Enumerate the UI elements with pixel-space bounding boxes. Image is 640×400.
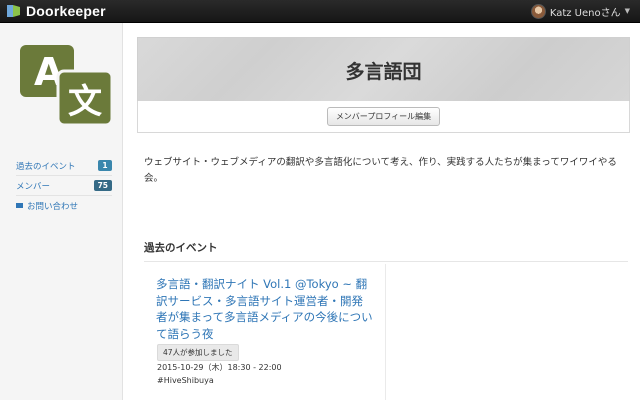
event-card: 多言語・翻訳ナイト Vol.1 @Tokyo ~ 翻訳サービス・多言語サイト運営… (143, 264, 386, 400)
participants-badge: 47人が参加しました (157, 344, 239, 361)
page-title: 多言語団 (345, 60, 422, 83)
event-venue: #HiveShibuya (157, 376, 214, 385)
chevron-down-icon: ▼ (624, 7, 630, 15)
sidebar-item-members[interactable]: メンバー 75 (16, 176, 112, 196)
brand-name: Doorkeeper (26, 3, 106, 19)
group-logo: A 文 (20, 45, 112, 125)
svg-text:文: 文 (68, 82, 102, 122)
doorkeeper-logo-icon (7, 5, 20, 17)
top-navbar: Doorkeeper Katz Uenoさん ▼ (0, 0, 640, 23)
sidebar-item-label: 過去のイベント (16, 161, 76, 172)
user-name: Katz Uenoさん (549, 7, 621, 19)
sidebar: A 文 過去のイベント 1 メンバー 75 お問い合わせ (0, 23, 123, 400)
sidebar-item-past-events[interactable]: 過去のイベント 1 (16, 156, 112, 176)
user-menu[interactable]: Katz Uenoさん ▼ (530, 3, 630, 19)
brand-logo[interactable]: Doorkeeper (6, 2, 106, 20)
event-date: 2015-10-29（木）18:30 - 22:00 (157, 363, 282, 372)
sidebar-item-label: お問い合わせ (27, 201, 79, 212)
contact-link: お問い合わせ (16, 200, 78, 212)
banner-actions: メンバープロフィール編集 (137, 101, 630, 133)
count-badge: 75 (93, 180, 112, 191)
past-events-heading: 過去のイベント (144, 240, 628, 262)
group-banner: 多言語団 (137, 37, 630, 102)
edit-profile-button[interactable]: メンバープロフィール編集 (326, 107, 441, 126)
sidebar-item-contact[interactable]: お問い合わせ (16, 196, 112, 215)
group-description: ウェブサイト・ウェブメディアの翻訳や多言語化について考え、作り、実践する人たちが… (144, 157, 617, 184)
count-badge: 1 (98, 160, 112, 171)
avatar (530, 3, 546, 19)
sidebar-nav: 過去のイベント 1 メンバー 75 お問い合わせ (16, 156, 112, 215)
sidebar-item-label: メンバー (16, 181, 51, 192)
event-title-link[interactable]: 多言語・翻訳ナイト Vol.1 @Tokyo ~ 翻訳サービス・多言語サイト運営… (156, 276, 374, 342)
envelope-icon (16, 203, 23, 208)
